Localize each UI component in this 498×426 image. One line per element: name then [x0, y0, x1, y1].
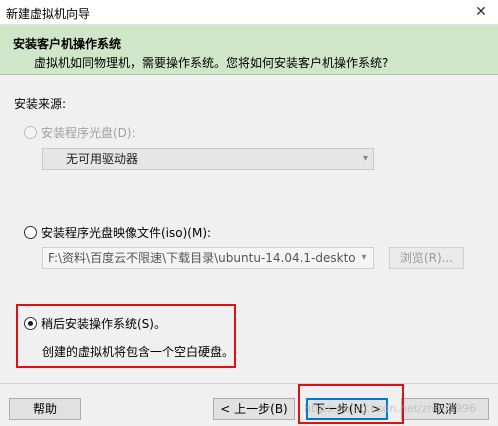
iso-path-combo[interactable]: F:\资料\百度云不限速\下载目录\ubuntu-14.04.1-desktop…: [42, 247, 374, 269]
browse-button[interactable]: 浏览(R)...: [389, 247, 464, 269]
radio-row-later: 稍后安装操作系统(S)。: [24, 315, 166, 332]
radio-iso[interactable]: [24, 226, 37, 239]
later-description: 创建的虚拟机将包含一个空白硬盘。: [42, 345, 235, 359]
chevron-down-icon: ▾: [362, 153, 368, 164]
header-subtitle: 虚拟机如同物理机，需要操作系统。您将如何安装客户机操作系统?: [34, 56, 389, 70]
radio-disc[interactable]: [24, 126, 37, 139]
header-title: 安装客户机操作系统: [13, 37, 122, 51]
radio-later[interactable]: [24, 317, 37, 330]
title-bar: 新建虚拟机向导 ✕: [0, 0, 498, 25]
radio-row-disc: 安装程序光盘(D):: [24, 124, 136, 141]
radio-iso-label: 安装程序光盘映像文件(iso)(M):: [41, 226, 212, 240]
back-button[interactable]: < 上一步(B): [213, 398, 295, 420]
wizard-header: 安装客户机操作系统 虚拟机如同物理机，需要操作系统。您将如何安装客户机操作系统?: [0, 25, 498, 75]
close-icon[interactable]: ✕: [470, 1, 492, 23]
disc-drive-select[interactable]: 无可用驱动器 ▾: [42, 148, 374, 170]
radio-disc-label: 安装程序光盘(D):: [41, 126, 136, 140]
footer-divider: [0, 383, 498, 384]
radio-row-iso: 安装程序光盘映像文件(iso)(M):: [24, 224, 211, 241]
chevron-down-icon[interactable]: ▾: [355, 248, 373, 268]
install-source-label: 安装来源:: [14, 97, 67, 111]
help-button[interactable]: 帮助: [9, 398, 81, 420]
iso-path-value: F:\资料\百度云不限速\下载目录\ubuntu-14.04.1-desktop: [48, 251, 364, 265]
radio-later-label: 稍后安装操作系统(S)。: [41, 317, 166, 331]
watermark-text: https://blog.csdn.net/zhou1996: [304, 402, 477, 415]
radio-selected-dot: [28, 321, 33, 326]
disc-drive-value: 无可用驱动器: [66, 152, 139, 166]
window-title: 新建虚拟机向导: [6, 7, 91, 21]
